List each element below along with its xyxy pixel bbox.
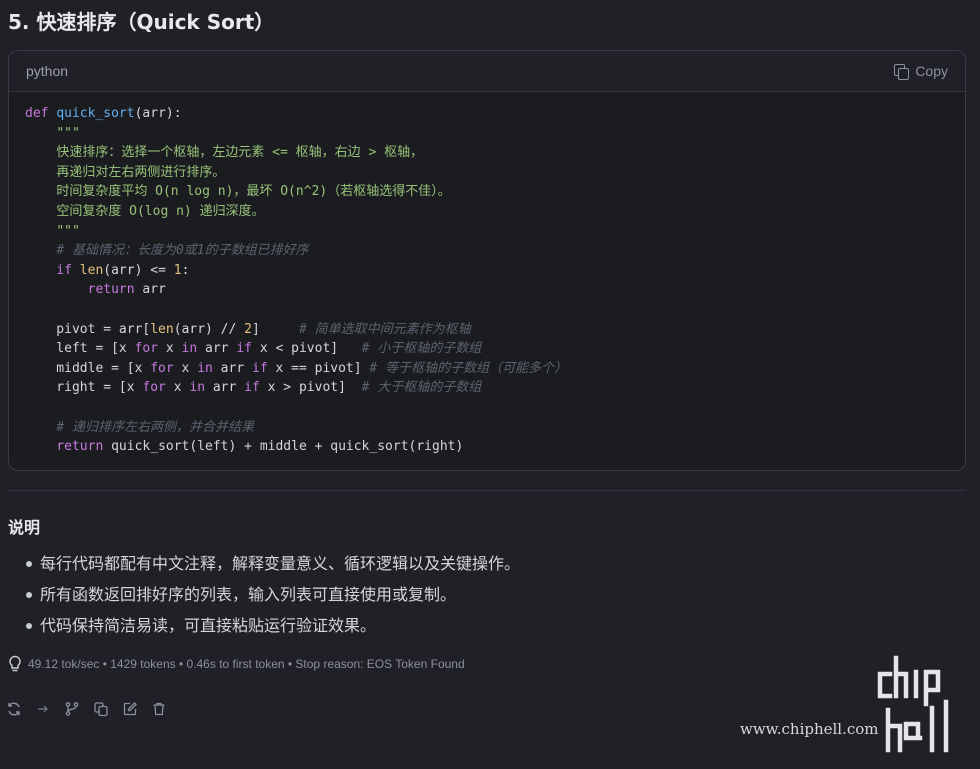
list-item: 代码保持简洁易读，可直接粘贴运行验证效果。 bbox=[24, 614, 520, 645]
code-content: def quick_sort(arr): """ 快速排序：选择一个枢轴，左边元… bbox=[25, 106, 568, 455]
watermark-url: www.chiphell.com bbox=[740, 720, 879, 738]
stats-text: 49.12 tok/sec • 1429 tokens • 0.46s to f… bbox=[28, 657, 465, 671]
code-block-header: python Copy bbox=[9, 51, 965, 92]
list-item: 每行代码都配有中文注释，解释变量意义、循环逻辑以及关键操作。 bbox=[24, 552, 520, 583]
notes-title: 说明 bbox=[8, 518, 41, 537]
edit-icon[interactable] bbox=[122, 700, 138, 718]
code-language-label: python bbox=[26, 63, 69, 79]
copy-icon bbox=[894, 63, 910, 80]
copy-button-label: Copy bbox=[915, 63, 948, 79]
section-heading: 5. 快速排序（Quick Sort） bbox=[8, 10, 275, 34]
delete-icon[interactable] bbox=[151, 700, 167, 718]
generation-stats: 49.12 tok/sec • 1429 tokens • 0.46s to f… bbox=[8, 655, 465, 673]
notes-list: 每行代码都配有中文注释，解释变量意义、循环逻辑以及关键操作。 所有函数返回排好序… bbox=[24, 552, 520, 645]
message-actions bbox=[6, 700, 167, 718]
continue-icon[interactable] bbox=[35, 700, 51, 718]
list-item: 所有函数返回排好序的列表，输入列表可直接使用或复制。 bbox=[24, 583, 520, 614]
watermark: www.chiphell.com bbox=[740, 652, 966, 762]
code-block: python Copy def quick_sort(arr): """ 快速排… bbox=[8, 50, 966, 471]
chiphell-logo bbox=[877, 655, 949, 753]
regenerate-icon[interactable] bbox=[6, 700, 22, 718]
section-divider bbox=[8, 490, 966, 491]
branch-icon[interactable] bbox=[64, 700, 80, 718]
copy-icon[interactable] bbox=[93, 700, 109, 718]
copy-code-button[interactable]: Copy bbox=[894, 63, 948, 80]
lightbulb-icon bbox=[8, 655, 22, 673]
